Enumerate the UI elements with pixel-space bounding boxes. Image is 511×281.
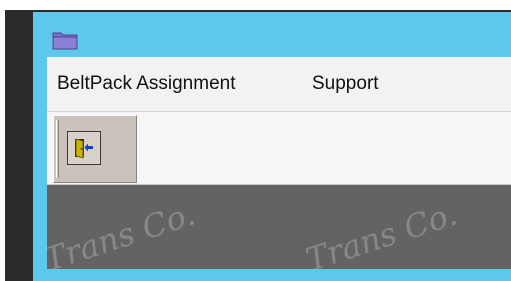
watermark-text: Trans Co.	[47, 194, 200, 269]
menu-support[interactable]: Support	[312, 57, 379, 111]
exit-button[interactable]	[67, 131, 101, 165]
toolbar-band	[53, 115, 137, 183]
menu-beltpack-assignment[interactable]: BeltPack Assignment	[57, 57, 235, 111]
folder-icon	[52, 32, 78, 50]
screen: BeltPack Assignment Support Trans Co. Tr…	[0, 0, 511, 281]
watermark-text: Trans Co.	[301, 194, 462, 269]
menu-bar: BeltPack Assignment Support	[47, 57, 511, 112]
workspace-area: Trans Co. Trans Co.	[47, 185, 511, 269]
toolbar-grip-handle[interactable]	[56, 120, 59, 178]
exit-door-icon	[75, 138, 93, 159]
toolbar	[47, 112, 511, 185]
